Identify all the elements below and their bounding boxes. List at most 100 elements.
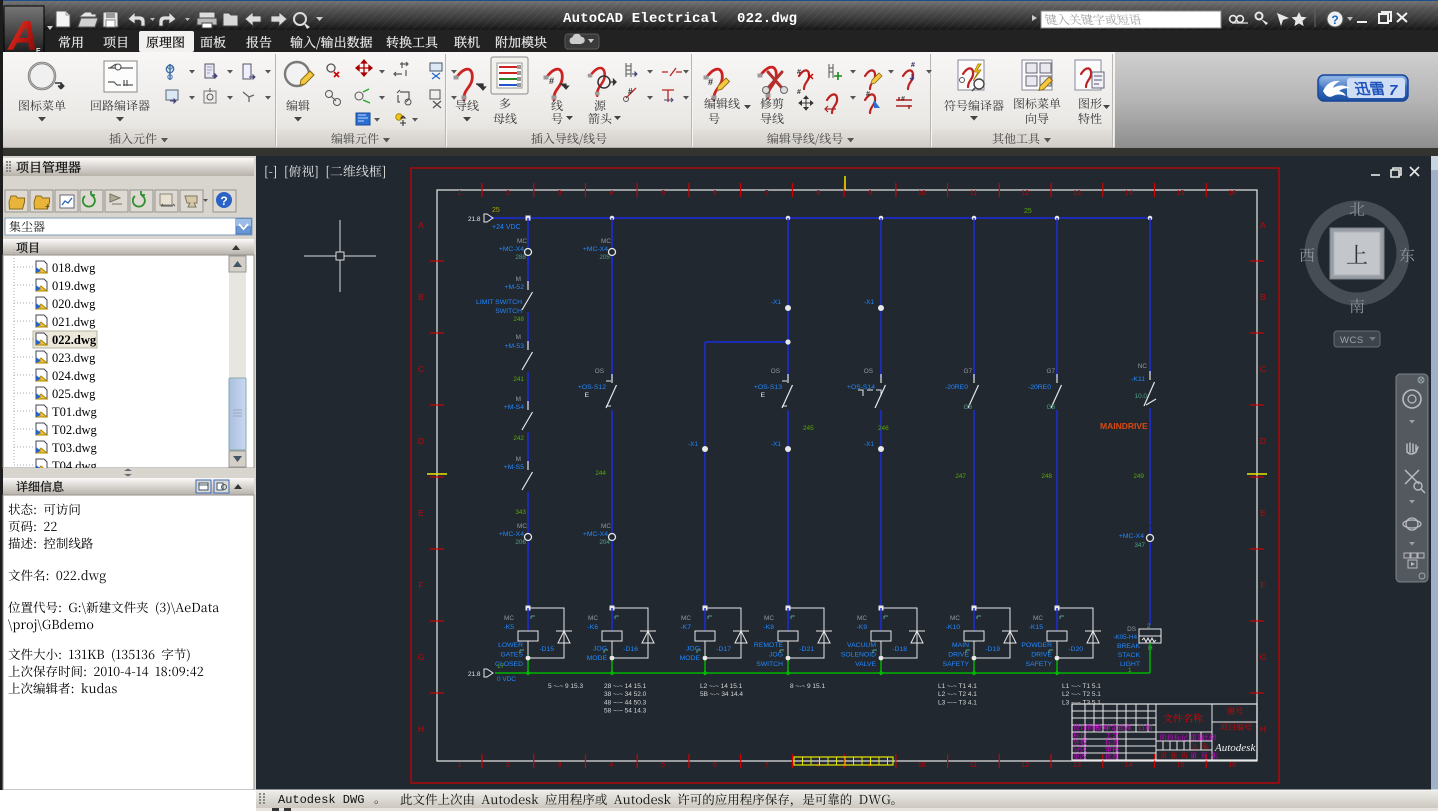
svg-text:M: M (516, 334, 521, 341)
svg-text:-D16: -D16 (623, 646, 638, 653)
svg-text:4: 4 (609, 190, 613, 197)
svg-text:021.dwg: 021.dwg (52, 315, 96, 329)
svg-text:204: 204 (599, 539, 610, 546)
svg-text:?: ? (1331, 13, 1338, 27)
svg-text:7: 7 (1389, 82, 1398, 99)
svg-text:LOWER: LOWER (498, 642, 523, 649)
svg-text:-X1: -X1 (771, 441, 781, 448)
svg-text:+M-52: +M-52 (505, 284, 525, 291)
svg-text:T03.dwg: T03.dwg (52, 441, 98, 455)
svg-text:-D20: -D20 (1068, 646, 1083, 653)
svg-text:17: 17 (497, 663, 505, 670)
svg-text:248: 248 (1041, 473, 1052, 480)
svg-text:12: 12 (1021, 190, 1029, 197)
svg-text:2: 2 (506, 762, 510, 769)
svg-text:206: 206 (515, 539, 526, 546)
svg-text:347: 347 (1134, 542, 1145, 549)
svg-text:-K6: -K6 (587, 624, 598, 631)
svg-text:C: C (418, 364, 424, 374)
svg-text:M: M (516, 396, 521, 403)
svg-text:A: A (7, 12, 38, 59)
svg-text:-K05-H4: -K05-H4 (1113, 634, 1137, 641)
svg-text:-20RE0: -20RE0 (945, 384, 968, 391)
svg-text:L2 ~-~ T2 4.1: L2 ~-~ T2 4.1 (938, 691, 977, 698)
svg-text:L1 ~-~ T1 5.1: L1 ~-~ T1 5.1 (1062, 683, 1101, 690)
svg-text:M: M (516, 456, 521, 463)
svg-text:5 ~-~ 9 15.3: 5 ~-~ 9 15.3 (548, 683, 583, 690)
svg-text:NC: NC (1138, 363, 1148, 370)
svg-text:28 ~-~ 14 15.1: 28 ~-~ 14 15.1 (604, 683, 647, 690)
svg-text:249: 249 (1133, 473, 1144, 480)
svg-text:+24 VDC: +24 VDC (492, 224, 521, 231)
svg-text:E: E (1260, 508, 1266, 518)
svg-text:DS: DS (1127, 626, 1136, 633)
svg-text:MAINDRIVE: MAINDRIVE (1100, 421, 1148, 431)
svg-text:+OS-S13: +OS-S13 (754, 384, 782, 391)
svg-text:JOG: JOG (593, 646, 607, 653)
svg-text:L2 ~-~ 14 15.1: L2 ~-~ 14 15.1 (700, 683, 743, 690)
svg-text:L3 ~-~ T3 4.1: L3 ~-~ T3 4.1 (938, 699, 977, 706)
svg-text:OS: OS (595, 368, 604, 375)
svg-text:B: B (418, 292, 424, 302)
svg-text:BREAK: BREAK (1117, 643, 1141, 650)
svg-text:+M-S4: +M-S4 (504, 404, 524, 411)
svg-text:4: 4 (609, 762, 613, 769)
svg-text:B: B (1260, 292, 1266, 302)
svg-text:SAFETY: SAFETY (1026, 661, 1053, 668)
svg-text:D: D (1260, 436, 1266, 446)
svg-text:16: 16 (1228, 762, 1236, 769)
svg-text:A: A (1260, 220, 1266, 230)
svg-text:1: 1 (458, 762, 462, 769)
svg-text:REMOTE: REMOTE (754, 642, 784, 649)
svg-text:+: + (45, 202, 50, 211)
svg-text:F: F (1260, 580, 1265, 590)
svg-text:+MC-X4: +MC-X4 (499, 531, 524, 538)
svg-text:-D15: -D15 (539, 646, 554, 653)
svg-text:-D17: -D17 (716, 646, 731, 653)
svg-text:15: 15 (1177, 762, 1185, 769)
svg-text:13: 13 (1073, 190, 1081, 197)
svg-text:8: 8 (816, 190, 820, 197)
svg-text:241: 241 (513, 376, 524, 383)
svg-text:10: 10 (918, 762, 926, 769)
svg-text:14: 14 (1125, 190, 1133, 197)
svg-text:6: 6 (713, 762, 717, 769)
svg-text:JOG: JOG (769, 652, 783, 659)
svg-text:L2 ~-~ T2 5.1: L2 ~-~ T2 5.1 (1062, 691, 1101, 698)
svg-text:#: # (628, 87, 633, 96)
svg-text:14: 14 (1125, 762, 1133, 769)
svg-text:-K5: -K5 (503, 624, 514, 631)
svg-text:0 VDC: 0 VDC (497, 676, 516, 683)
svg-text:MC: MC (681, 615, 691, 622)
svg-text:Autodesk: Autodesk (1214, 742, 1256, 754)
svg-text:SAFETY: SAFETY (943, 661, 970, 668)
svg-text:25: 25 (492, 207, 500, 214)
svg-text:MC: MC (517, 523, 527, 530)
svg-text:Autodesk DWG: Autodesk DWG (278, 793, 364, 807)
svg-text:3: 3 (558, 762, 562, 769)
svg-text:E: E (584, 392, 589, 399)
svg-text:G: G (1260, 652, 1267, 662)
svg-text:MC: MC (1033, 615, 1043, 622)
svg-text:10: 10 (918, 190, 926, 197)
svg-text:-X1: -X1 (864, 299, 874, 306)
svg-text:MC: MC (764, 615, 774, 622)
svg-text:2: 2 (506, 190, 510, 197)
svg-text:11: 11 (970, 190, 977, 197)
svg-text:G7: G7 (1046, 368, 1055, 375)
svg-text:MC: MC (504, 615, 514, 622)
svg-text:9: 9 (868, 190, 872, 197)
svg-text:MC: MC (517, 238, 527, 245)
svg-text:#: # (866, 91, 870, 98)
svg-text:LIMIT SWITCH: LIMIT SWITCH (476, 299, 522, 306)
svg-text:-K9: -K9 (856, 624, 867, 631)
svg-text:#: # (797, 89, 801, 96)
svg-text:+MC-X4: +MC-X4 (499, 246, 524, 253)
svg-text:MAIN: MAIN (952, 642, 969, 649)
svg-text:MC: MC (588, 615, 598, 622)
svg-text:246: 246 (878, 425, 889, 432)
svg-text:OS: OS (864, 368, 873, 375)
svg-text:-K11: -K11 (1131, 376, 1145, 383)
svg-text:MC: MC (601, 238, 611, 245)
svg-text:SOLENOID: SOLENOID (841, 652, 876, 659)
